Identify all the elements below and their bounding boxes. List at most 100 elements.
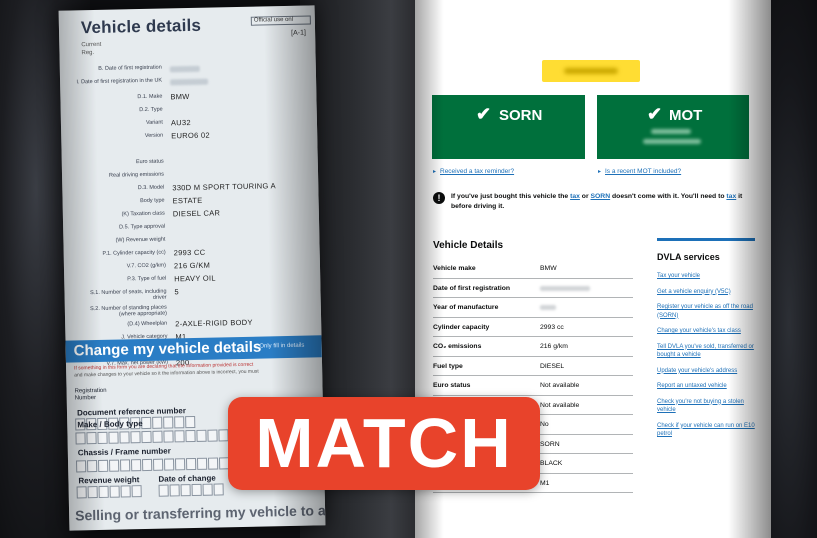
vehicle-details-value: Not available [540,401,580,409]
vehicle-details-key: Year of manufacture [433,304,499,311]
vehicle-details-key: Cylinder capacity [433,323,490,331]
vehicle-details-row: CO₂ emissions 216 g/km [433,337,633,357]
dvla-service-link[interactable]: Change your vehicle's tax class [657,327,755,336]
doc-official-use-box: Official use onl [250,15,311,26]
dvla-service-link[interactable]: Tax your vehicle [657,272,755,281]
revenue-boxes [76,485,142,499]
warning-text: If you've just bought this vehicle the t… [451,193,743,210]
make-boxes [75,429,229,445]
tax-status-chip [542,60,640,82]
revenue-weight-label: Revenue weight [78,475,140,486]
dvla-services-panel: DVLA services Tax your vehicle Get a vehi… [657,238,755,437]
doc-row-label [73,146,163,148]
doc-row-label: Body type [140,197,165,205]
doc-reg-label: Current [81,41,102,49]
vehicle-details-row: Date of first registration [433,279,633,298]
doc-row-label: V.7. CO2 (g/km) [126,262,167,270]
warning-icon: ! [433,192,445,204]
sorn-label: SORN [499,107,543,124]
doc-row-label: Real driving emissions [108,171,165,179]
dvla-services-heading: DVLA services [657,252,720,262]
dvla-service-link[interactable]: Update your vehicle's address [657,367,755,376]
doc-row-value: 330D M SPORT TOURING A [172,181,276,193]
banner-subtitle: - Only fill in details [255,342,305,350]
vehicle-details-value: Not available [540,382,580,389]
vehicle-details-key: Date of first registration [433,284,511,292]
vehicle-details-key: CO₂ emissions [433,343,482,350]
vehicle-details-row: Fuel type DIESEL [433,357,633,376]
vehicle-details-value: SORN [540,440,560,448]
doc-row-label: I. Date of first registration in the UK [76,77,163,86]
vehicle-details-value: 216 g/km [540,343,568,350]
doc-row-value: 2993 CC [173,247,206,258]
doc-row-value: 5 [174,287,180,297]
doc-row-value: AU32 [170,117,192,128]
doc-row-value: EURO6 02 [171,130,210,141]
doc-row-label: Version [144,132,164,139]
doc-registration: Current Reg. [81,41,101,57]
doc-reg-label2: Reg. [81,50,95,57]
doc-row-label: D.1. Make [137,93,163,101]
tax-reminder-link[interactable]: Received a tax reminder? [440,168,514,175]
vehicle-details-value: M1 [540,479,550,487]
doc-title: Vehicle details [80,15,202,38]
vehicle-details-row: Year of manufacture [433,298,633,318]
vehicle-details-value: 2993 cc [540,323,564,331]
dvla-services-list: Tax your vehicle Get a vehicle enquiry (V… [657,272,755,446]
dvla-service-link[interactable]: Check if your vehicle can run on E10 pet… [657,422,755,439]
vehicle-details-heading: Vehicle Details [433,240,504,251]
doc-row-label: D.3. Model [137,184,165,192]
dvla-service-link[interactable]: Check you're not buying a stolen vehicle [657,398,755,415]
vehicle-details-row: Vehicle make BMW [433,259,633,279]
match-badge: MATCH [228,397,540,490]
mot-label: MOT [669,107,703,124]
doc-row-label: Variant [145,119,164,126]
dvla-service-link[interactable]: Report an untaxed vehicle [657,382,755,391]
doc-row-label: P.3. Type of fuel [127,275,167,283]
vehicle-details-key: Euro status [433,382,471,389]
dvla-service-link[interactable]: Register your vehicle as off the road (S… [657,303,755,320]
mot-history-link[interactable]: Is a recent MOT included? [605,168,681,175]
chassis-boxes [76,457,230,473]
doc-row-value: BMW [170,92,190,102]
doc-row-label: (K) Taxation class [121,210,165,218]
banner-title: Change my vehicle details [73,338,262,360]
vehicle-details-key: Vehicle make [433,265,476,272]
doc-row-label: D.5. Type approval [118,223,166,231]
doc-detail-rows: B. Date of first registration I. Date of … [74,59,316,372]
make-body-label: Make / Body type [77,419,143,430]
chassis-label: Chassis / Frame number [77,446,171,458]
vehicle-details-value: BMW [540,265,557,272]
doc-row-label: (W) Revenue weight [115,236,166,244]
lower-reg-label-2: Number [74,395,97,402]
doc-row-label: Euro status [135,158,164,166]
doc-row-value: 2-AXLE-RIGID BODY [175,317,253,329]
match-badge-text: MATCH [255,404,513,482]
doc-bottom-heading: Selling or transferring my vehicle to a [74,502,326,524]
doc-row-label: S.2. Number of standing places (where ap… [90,304,168,318]
dvla-service-link[interactable]: Get a vehicle enquiry (V5C) [657,288,755,297]
doc-row-label: (D.4) Wheelplan [127,320,168,328]
date-boxes [158,483,224,497]
vehicle-details-value: No [540,421,549,428]
mot-status-panel[interactable]: ✔ MOT [597,95,749,159]
date-of-change-label: Date of change [158,473,216,484]
doc-row-value: HEAVY OIL [174,273,216,284]
doc-row-value: 216 G/KM [173,260,211,271]
warning-tax-link[interactable]: tax [570,193,580,200]
doc-row-value: DIESEL CAR [172,208,221,219]
warning-sorn-link[interactable]: SORN [590,193,610,200]
lower-reg-label: Registration [74,387,107,395]
doc-ref-code: [A-1] [291,29,306,37]
doc-row-value: ESTATE [172,195,203,206]
warning-tax-link-2[interactable]: tax [726,193,736,200]
mot-history-arrow-icon: ▸ [598,169,602,175]
doc-row-label: S.1. Number of seats, including driver [90,288,167,301]
mot-tick-icon: ✔ [647,104,663,124]
vehicle-details-value: BLACK [540,460,563,467]
sorn-tick-icon: ✔ [476,104,492,124]
dvla-service-link[interactable]: Tell DVLA you've sold, transferred or bo… [657,343,755,360]
sorn-status-panel[interactable]: ✔ SORN [432,95,585,159]
doc-row-label: P.1. Cylinder capacity (cc) [102,249,166,257]
tax-reminder-arrow-icon: ▸ [433,169,437,175]
